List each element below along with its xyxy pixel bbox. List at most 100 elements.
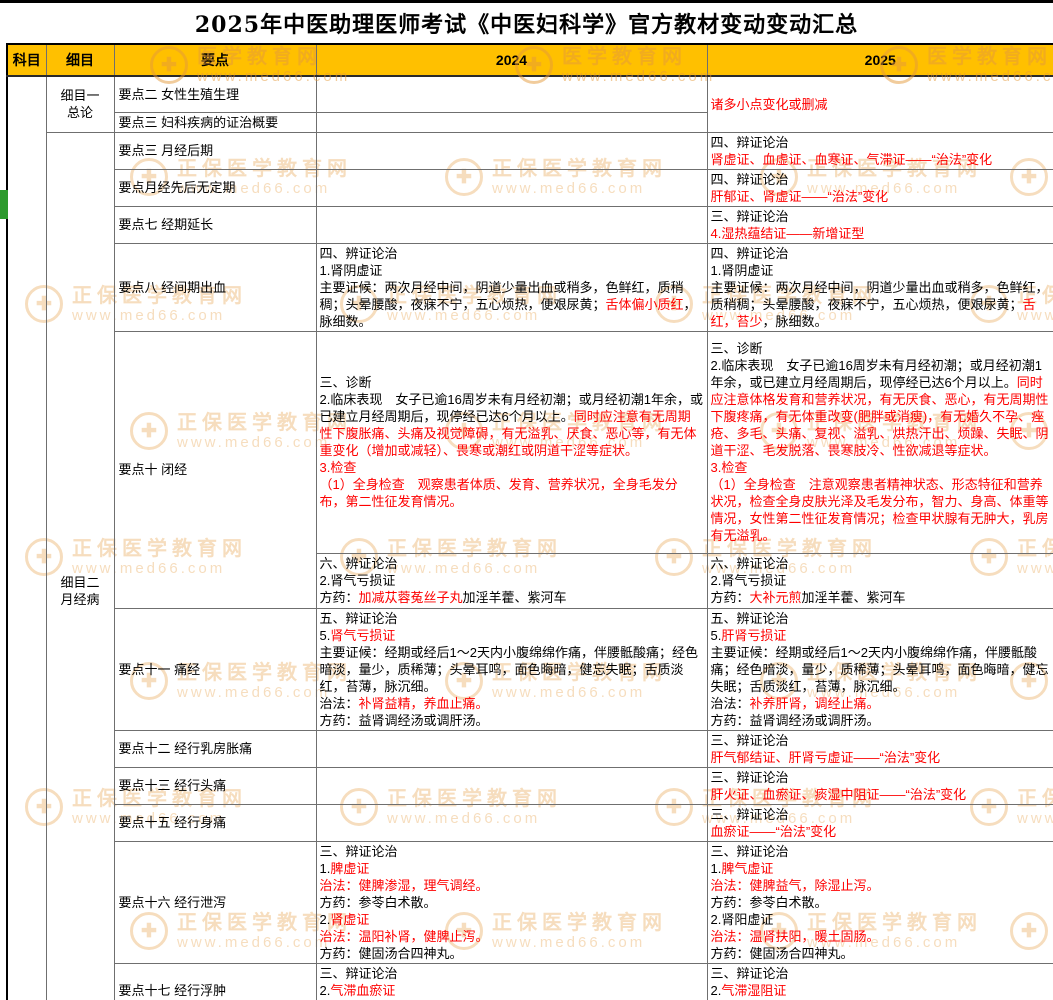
- top-border: [0, 0, 1053, 3]
- cell-text: 2.肾气亏损证: [711, 573, 787, 588]
- yaodian-cell-r11: 要点十三 经行头痛: [114, 767, 316, 804]
- yaodian-cell-r14: 要点十七 经行浮肿: [114, 963, 316, 1000]
- cell-text: 要点月经先后无定期: [119, 180, 236, 195]
- cell-text: 要点七 经期延长: [119, 217, 214, 232]
- cell-text: 要点十二 经行乳房胀痛: [119, 741, 253, 756]
- changed-text: 加减苁蓉菟丝子丸: [359, 590, 463, 605]
- cell-text: 方药：益肾调经汤或调肝汤。: [320, 713, 489, 728]
- header-kemu: 科目: [7, 44, 46, 76]
- table-row: 要点八 经间期出血四、辨证论治1.肾阴虚证主要证候：两次月经中间，阴道少量出血或…: [7, 243, 1053, 331]
- table-row: 要点十五 经行身痛 三、辩证论治血瘀证——“治法”变化: [7, 804, 1053, 841]
- table-row: 要点十三 经行头痛三、辩证论治肝火证、血瘀证、痰湿中阻证——“治法”变化: [7, 767, 1053, 804]
- cell-text: 要点十五 经行身痛: [119, 815, 227, 830]
- y2025-cell-r7: 三、诊断 2.临床表现 女子已逾16周岁未有月经初潮；或月经初潮1年余，或已建立月…: [707, 331, 1053, 553]
- cell-text: 1.肾阴虚证: [320, 263, 383, 278]
- changed-text: 肝郁证、肾虚证——“治法”变化: [711, 189, 889, 204]
- cell-text: 三、辩证论治: [711, 844, 789, 859]
- cell-text: 月经病: [60, 592, 99, 607]
- header-2025: 2025: [707, 44, 1053, 76]
- table-row: 要点月经先后无定期 四、辩证论治肝郁证、肾虚证——“治法”变化: [7, 169, 1053, 206]
- table-row: 要点七 经期延长三、辩证论治4.湿热蕴结证——新增证型: [7, 206, 1053, 243]
- table-row: 要点十六 经行泄泻三、辩证论治1.脾虚证治法：健脾渗湿，理气调经。方药：参苓白术…: [7, 841, 1053, 963]
- changed-text: 治法：温阳补肾，健脾止泻。: [320, 929, 489, 944]
- y2025-cell-r6: 四、辨证论治1.肾阴虚证主要证候：两次月经中间，阴道少量出血或稍多，色鲜红，质稍…: [707, 243, 1053, 331]
- table-row: 细目一总论要点二 女性生殖生理诸多小点变化或删减: [7, 76, 1053, 112]
- cell-text: 三、辩证论治: [320, 844, 398, 859]
- table-row: 要点十二 经行乳房胀痛 三、辩证论治肝气郁结证、肝肾亏虚证——“治法”变化: [7, 730, 1053, 767]
- y2024-cell-r14: 三、辩证论治2.气滞血瘀证治法：理气行滞，养血调经。: [316, 963, 707, 1000]
- y2024-cell-r11: [316, 767, 707, 804]
- cell-text: 方药：健固汤合四神丸。: [320, 946, 463, 961]
- cell-text: 主要证候：经期或经后1～2天内小腹绵绵作痛，伴腰骶酸痛；经色暗淡，量少，质稀薄；…: [711, 645, 1049, 694]
- y2025-cell-r8: 六、辨证论治2.肾气亏损证方药：大补元煎加淫羊藿、紫河车: [707, 553, 1053, 608]
- changed-text: 血瘀证——“治法”变化: [711, 824, 837, 839]
- cell-text: 5.: [711, 628, 722, 643]
- yaodian-cell-r2: 要点三 妇科疾病的证治概要: [114, 112, 316, 132]
- yaodian-cell-r5: 要点七 经期延长: [114, 206, 316, 243]
- table-row: 细目二月经病要点三 月经后期四、辩证论治肾虚证、血虚证、血寒证、气滞证——“治法…: [7, 132, 1053, 169]
- header-2024: 2024: [316, 44, 707, 76]
- selection-indicator: [0, 190, 8, 219]
- changed-text: 治法：温肾扶阳，暖土固肠。: [711, 929, 880, 944]
- cell-text: 四、辨证论治: [320, 246, 398, 261]
- cell-text: 四、辩证论治: [711, 172, 789, 187]
- cell-text: 方药：: [320, 590, 359, 605]
- cell-text: 三、辩证论治: [711, 807, 789, 822]
- y2024-cell-r5: [316, 206, 707, 243]
- cell-text: 要点三 妇科疾病的证治概要: [119, 115, 279, 130]
- cell-text: 五、辨证论治: [711, 611, 789, 626]
- cell-text: 主要证候：经期或经后1～2天内小腹绵绵作痛，伴腰骶酸痛；经色暗淡，量少，质稀薄；…: [320, 645, 698, 694]
- cell-text: 细目二: [60, 575, 99, 590]
- y2024-cell-r13: 三、辩证论治1.脾虚证治法：健脾渗湿，理气调经。方药：参苓白术散。2.肾虚证治法…: [316, 841, 707, 963]
- y2025-cell-r12: 三、辩证论治血瘀证——“治法”变化: [707, 804, 1053, 841]
- y2025-cell-r13: 三、辩证论治1.脾气虚证治法：健脾益气，除湿止泻。方药：参苓白术散。2.肾阳虚证…: [707, 841, 1053, 963]
- cell-text: 要点三 月经后期: [119, 143, 214, 158]
- changed-text: 诸多小点变化或删减: [711, 97, 828, 112]
- cell-text: 加淫羊藿、紫河车: [802, 590, 906, 605]
- yaodian-cell-r1: 要点二 女性生殖生理: [114, 76, 316, 112]
- cell-text: 1.肾阴虚证: [711, 263, 774, 278]
- cell-text: 治法：: [320, 696, 359, 711]
- y2024-cell-r8: 六、辨证论治2.肾气亏损证方药：加减苁蓉菟丝子丸加淫羊藿、紫河车: [316, 553, 707, 608]
- kemu-cell-r1: [7, 76, 46, 1000]
- y2025-cell-r9: 五、辨证论治 5.肝肾亏损证主要证候：经期或经后1～2天内小腹绵绵作痛，伴腰骶酸痛…: [707, 608, 1053, 730]
- yaodian-cell-r4: 要点月经先后无定期: [114, 169, 316, 206]
- cell-text: 四、辨证论治: [711, 246, 789, 261]
- y2024-cell-r2: [316, 112, 707, 132]
- cell-text: 方药：参苓白术散。: [320, 895, 437, 910]
- cell-text: 总论: [67, 105, 93, 120]
- y2024-cell-r6: 四、辨证论治1.肾阴虚证主要证候：两次月经中间，阴道少量出血或稍多，色鲜红，质稍…: [316, 243, 707, 331]
- cell-text: 三、辩证论治: [711, 733, 789, 748]
- changed-text: 治法：健脾益气，除湿止泻。: [711, 878, 880, 893]
- changed-text: 3.检查: [711, 460, 748, 475]
- yaodian-cell-r13: 要点十六 经行泄泻: [114, 841, 316, 963]
- table-row: 要点十七 经行浮肿三、辩证论治2.气滞血瘀证治法：理气行滞，养血调经。三、辩证论…: [7, 963, 1053, 1000]
- cell-text: 要点八 经间期出血: [119, 280, 227, 295]
- y2024-cell-r7: 三、诊断2.临床表现 女子已逾16周岁未有月经初潮；或月经初潮1年余，或已建立月…: [316, 331, 707, 553]
- y2024-cell-r3: [316, 132, 707, 169]
- changed-text: 治法：健脾渗湿，理气调经。: [320, 878, 489, 893]
- cell-text: 加淫羊藿、紫河车: [463, 590, 567, 605]
- header-ximu: 细目: [46, 44, 114, 76]
- changed-text: 肝气郁结证、肝肾亏虚证——“治法”变化: [711, 750, 941, 765]
- y2024-cell-r10: [316, 730, 707, 767]
- cell-text: 2.: [711, 983, 722, 998]
- cell-text: 2.: [320, 912, 331, 927]
- cell-text: 三、诊断: [711, 341, 763, 356]
- cell-text: 方药：益肾调经汤或调肝汤。: [711, 713, 880, 728]
- cell-text: 2.临床表现 女子已逾16周岁未有月经初潮；或月经初潮1年余，或已建立月经周期后…: [711, 358, 1043, 390]
- changed-text: 肾虚证: [330, 912, 369, 927]
- cell-text: 2.: [320, 983, 331, 998]
- cell-text: 三、辩证论治: [320, 966, 398, 981]
- cell-text: 要点十六 经行泄泻: [119, 895, 227, 910]
- changed-text: （1）全身检查 观察患者体质、发育、营养状况，全身毛发分布，第二性征发育情况。: [320, 477, 678, 509]
- cell-text: 方药：参苓白术散。: [711, 895, 828, 910]
- changed-text: 3.检查: [320, 460, 357, 475]
- changed-text: 大补元煎: [750, 590, 802, 605]
- changed-text: 4.湿热蕴结证——新增证型: [711, 226, 865, 241]
- yaodian-cell-r3: 要点三 月经后期: [114, 132, 316, 169]
- cell-text: 要点十一 痛经: [119, 662, 201, 677]
- cell-text: 三、诊断: [320, 375, 372, 390]
- changed-text: 肝肾亏损证: [721, 628, 786, 643]
- cell-text: 要点二 女性生殖生理: [119, 87, 240, 102]
